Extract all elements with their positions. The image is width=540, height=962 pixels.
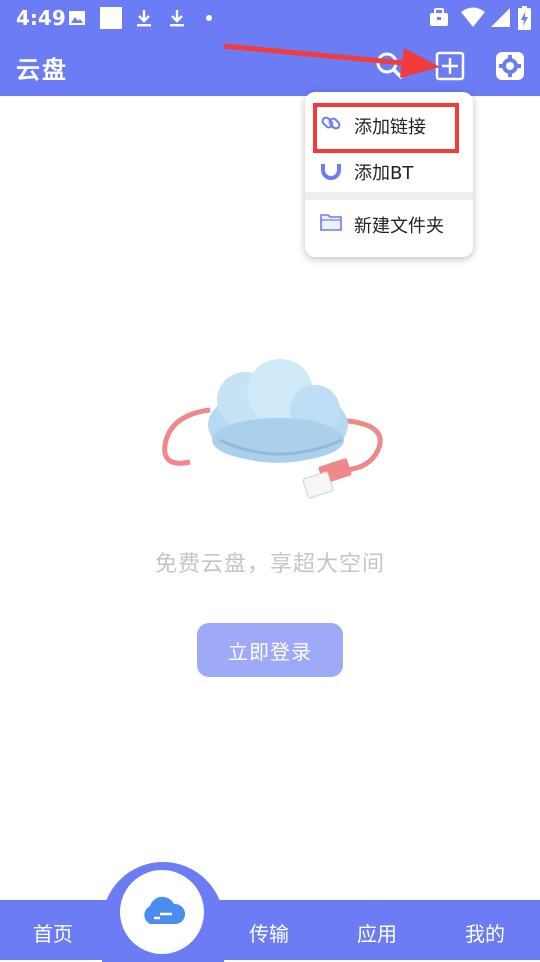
menu-item-add-bt[interactable]: 添加BT	[305, 147, 473, 193]
nav-apps[interactable]: 应用	[357, 918, 397, 947]
status-bar: 4:49	[0, 0, 540, 36]
nav-home[interactable]: 首页	[33, 918, 73, 947]
download-icon	[137, 10, 151, 27]
center-cloud-button[interactable]	[120, 870, 204, 954]
cloud-icon	[144, 896, 186, 924]
menu-item-label: 添加BT	[354, 163, 414, 184]
signal-icon	[491, 8, 510, 27]
status-time: 4:49	[16, 6, 66, 30]
image-icon	[69, 11, 85, 25]
menu-item-label: 新建文件夹	[354, 216, 444, 237]
square-icon	[100, 7, 122, 29]
gear-icon[interactable]	[494, 50, 526, 82]
bottom-nav: 首页 传输 应用 我的	[0, 900, 540, 960]
briefcase-icon	[430, 8, 448, 26]
highlight-box	[313, 103, 459, 153]
battery-icon	[518, 6, 531, 30]
folder-icon	[320, 214, 342, 231]
dot-icon	[206, 15, 212, 21]
nav-me[interactable]: 我的	[465, 918, 505, 947]
magnet-icon	[321, 159, 341, 180]
menu-divider	[305, 192, 473, 200]
nav-transfer[interactable]: 传输	[249, 918, 289, 947]
red-arrow-annotation	[223, 43, 440, 78]
menu-item-new-folder[interactable]: 新建文件夹	[305, 200, 473, 246]
app-title: 云盘	[16, 56, 68, 84]
wifi-icon	[461, 7, 485, 27]
download-icon	[170, 10, 184, 27]
